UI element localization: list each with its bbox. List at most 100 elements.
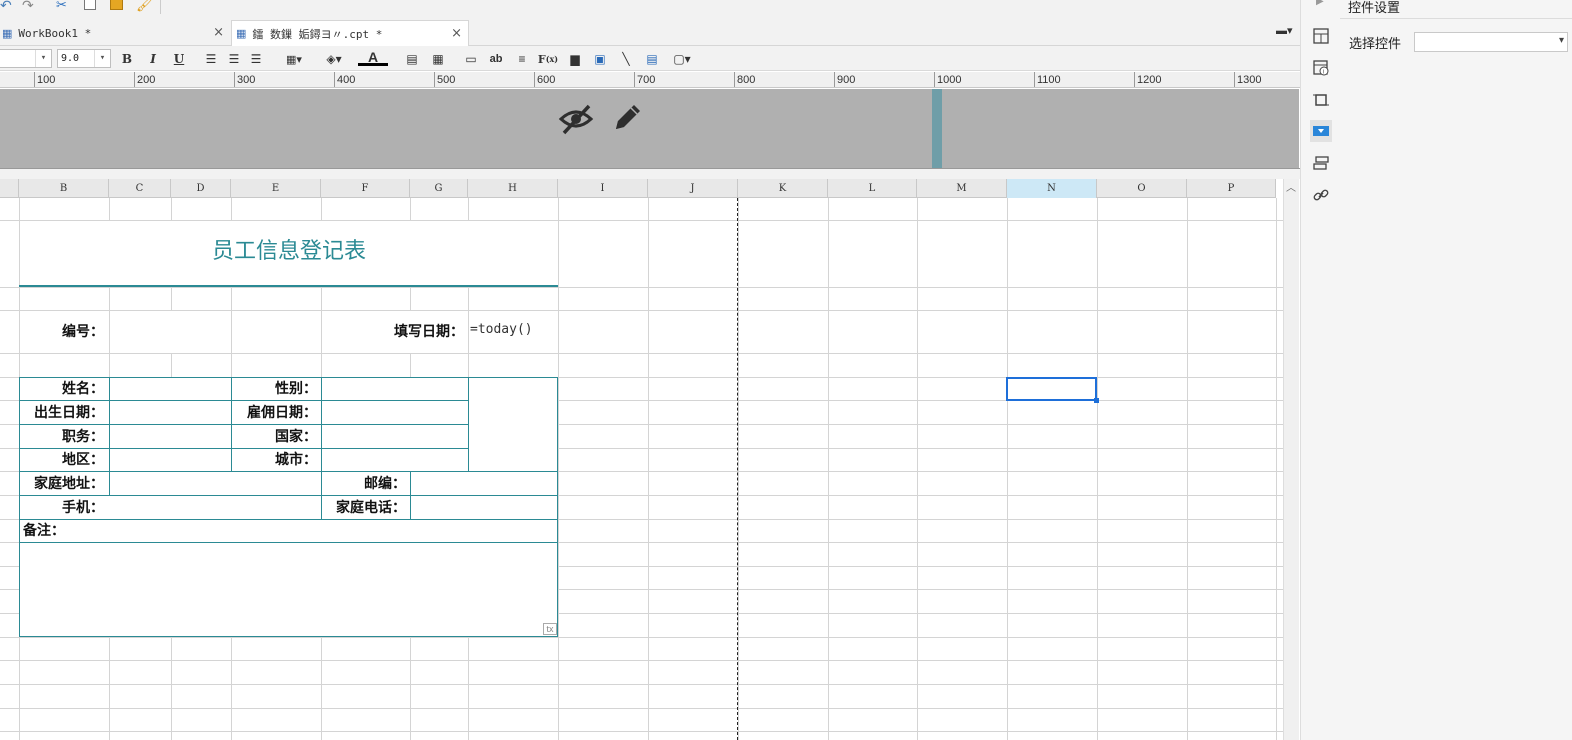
font-color-icon[interactable]: A bbox=[358, 49, 388, 66]
page-break-line bbox=[737, 198, 738, 740]
column-header[interactable]: H bbox=[468, 179, 558, 198]
align-center-icon[interactable]: ☰ bbox=[226, 50, 242, 68]
layout-icon[interactable] bbox=[1310, 25, 1332, 47]
remarks-body-cell[interactable] bbox=[20, 520, 558, 637]
chevron-up-icon[interactable]: ︿ bbox=[1286, 179, 1296, 194]
grid-line bbox=[0, 637, 1283, 638]
grid-line bbox=[0, 353, 1283, 354]
title-underline bbox=[19, 285, 558, 287]
widget-settings-icon[interactable] bbox=[1310, 120, 1332, 142]
collapse-arrow-icon[interactable]: ▶ bbox=[1316, 0, 1324, 7]
spreadsheet-grid[interactable]: 员工信息登记表 编号： 填写日期： =today() 姓名： 性别： 出生日期：… bbox=[0, 198, 1283, 740]
redo-icon[interactable]: ↷ bbox=[22, 0, 34, 14]
grid-line bbox=[0, 287, 1283, 288]
grid-line bbox=[648, 198, 649, 740]
edit-pencil-icon[interactable] bbox=[610, 101, 644, 135]
grid-line bbox=[917, 198, 918, 740]
ruler-label: 600 bbox=[534, 72, 555, 87]
column-header[interactable]: G bbox=[410, 179, 468, 198]
table-border bbox=[557, 377, 558, 637]
date-formula: =today() bbox=[470, 322, 533, 337]
grid-line bbox=[738, 198, 739, 740]
cell-attribute-icon[interactable]: i bbox=[1310, 57, 1332, 79]
underline-button[interactable]: U bbox=[171, 50, 187, 68]
grid-icon: ▦ bbox=[2, 26, 13, 40]
tab-menu-icon[interactable]: ▬▾ bbox=[1276, 24, 1293, 37]
column-header[interactable]: P bbox=[1187, 179, 1276, 198]
hire-label: 雇佣日期： bbox=[247, 404, 317, 420]
chevron-down-icon: ▾ bbox=[94, 50, 110, 67]
close-icon[interactable]: × bbox=[451, 26, 462, 41]
tab-report-cpt[interactable]: ▦ 鐳 数鏁 姤鐞ヨ〃.cpt * × bbox=[231, 20, 469, 46]
undo-icon[interactable]: ↶ bbox=[0, 0, 12, 14]
grid-line bbox=[0, 731, 1283, 732]
vertical-scrollbar[interactable]: ︿ bbox=[1283, 179, 1299, 740]
hyperlink-icon[interactable] bbox=[1310, 184, 1332, 206]
selected-cell[interactable] bbox=[1006, 377, 1097, 401]
column-header[interactable]: I bbox=[558, 179, 648, 198]
select-widget-dropdown[interactable]: ▾ bbox=[1414, 32, 1568, 52]
tab-workbook1[interactable]: ▦ WorkBook1 * × bbox=[0, 20, 230, 46]
column-header[interactable]: L bbox=[828, 179, 917, 198]
font-size-select[interactable]: 9.0 ▾ bbox=[57, 49, 111, 68]
font-name-select[interactable]: ▾ bbox=[0, 49, 52, 68]
border-icon[interactable]: ▦▾ bbox=[280, 50, 308, 68]
hide-eye-icon[interactable] bbox=[558, 101, 594, 137]
chart-icon[interactable]: ▆ bbox=[566, 50, 584, 68]
slash-icon[interactable]: ╲ bbox=[617, 50, 635, 68]
align-right-icon[interactable]: ☰ bbox=[248, 50, 264, 68]
grid-line bbox=[828, 198, 829, 740]
sub-report-icon[interactable]: ▤ bbox=[643, 50, 661, 68]
column-header[interactable]: B bbox=[19, 179, 109, 198]
column-header[interactable]: K bbox=[738, 179, 828, 198]
divider bbox=[1340, 18, 1572, 19]
frame-settings-icon[interactable] bbox=[1310, 89, 1332, 111]
column-header[interactable]: E bbox=[231, 179, 321, 198]
fill-handle[interactable] bbox=[1094, 398, 1099, 403]
chevron-down-icon: ▾ bbox=[1558, 35, 1564, 46]
photo-cell[interactable] bbox=[469, 378, 558, 471]
rich-text-icon[interactable]: ≡ bbox=[513, 50, 531, 68]
gender-label: 性别： bbox=[275, 380, 317, 396]
column-header[interactable]: M bbox=[917, 179, 1007, 198]
pane-divider[interactable] bbox=[0, 168, 1300, 179]
split-cells-icon[interactable]: ▦ bbox=[430, 50, 446, 68]
frame-icon[interactable]: ▢▾ bbox=[669, 50, 695, 68]
column-header[interactable]: O bbox=[1097, 179, 1187, 198]
column-header[interactable]: F bbox=[321, 179, 410, 198]
grid-line bbox=[1276, 198, 1277, 740]
row-header-corner[interactable] bbox=[0, 179, 19, 198]
grid-line bbox=[1097, 198, 1098, 740]
copy-icon[interactable] bbox=[84, 0, 96, 10]
panel-title: 控件设置 bbox=[1348, 0, 1401, 15]
formula-icon[interactable]: F (x) bbox=[538, 50, 558, 68]
image-icon[interactable]: ▣ bbox=[591, 50, 609, 68]
ruler-label: 700 bbox=[634, 72, 655, 87]
column-header[interactable]: D bbox=[171, 179, 231, 198]
close-icon[interactable]: × bbox=[213, 25, 224, 40]
italic-button[interactable]: I bbox=[145, 50, 161, 68]
cut-icon[interactable]: ✂ bbox=[56, 0, 67, 13]
select-widget-label: 选择控件 bbox=[1349, 36, 1402, 51]
table-border bbox=[468, 377, 469, 471]
position-label: 职务： bbox=[62, 428, 104, 444]
text-element-icon[interactable]: ab bbox=[487, 50, 505, 68]
ruler-label: 1300 bbox=[1234, 72, 1261, 87]
property-panel: 控件设置 选择控件 ▾ bbox=[1340, 0, 1572, 740]
align-left-icon[interactable]: ☰ bbox=[203, 50, 219, 68]
bold-button[interactable]: B bbox=[119, 50, 135, 68]
paste-icon[interactable] bbox=[110, 0, 123, 10]
horizontal-ruler: 100 200 300 400 500 600 700 800 900 1000… bbox=[0, 72, 1300, 88]
column-header[interactable]: J bbox=[648, 179, 738, 198]
fill-color-icon[interactable]: ◈▾ bbox=[320, 50, 348, 68]
merge-cells-icon[interactable]: ▤ bbox=[404, 50, 420, 68]
region-label: 地区： bbox=[62, 451, 104, 467]
ruler-label: 300 bbox=[234, 72, 255, 87]
pane-boundary-marker[interactable] bbox=[932, 89, 942, 168]
column-header-selected[interactable]: N bbox=[1007, 179, 1097, 198]
insert-cell-icon[interactable]: ▭ bbox=[462, 50, 480, 68]
column-header[interactable]: C bbox=[109, 179, 171, 198]
format-painter-icon[interactable]: 🖌 bbox=[136, 0, 154, 13]
condition-attribute-icon[interactable] bbox=[1310, 152, 1332, 174]
ruler-label: 200 bbox=[134, 72, 155, 87]
